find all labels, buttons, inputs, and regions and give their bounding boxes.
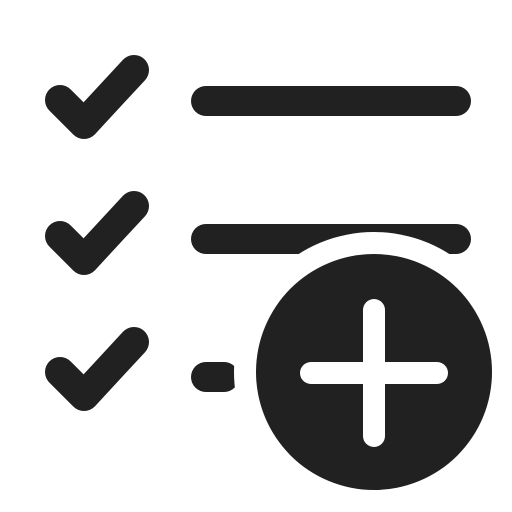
checkmark-icon-row-3 xyxy=(45,327,149,411)
task-list-add-icon-graphic xyxy=(45,55,512,512)
task-list-add-icon xyxy=(0,0,512,512)
checkmark-icon-row-1 xyxy=(45,55,149,139)
checkmark-icon-row-2 xyxy=(45,191,149,275)
